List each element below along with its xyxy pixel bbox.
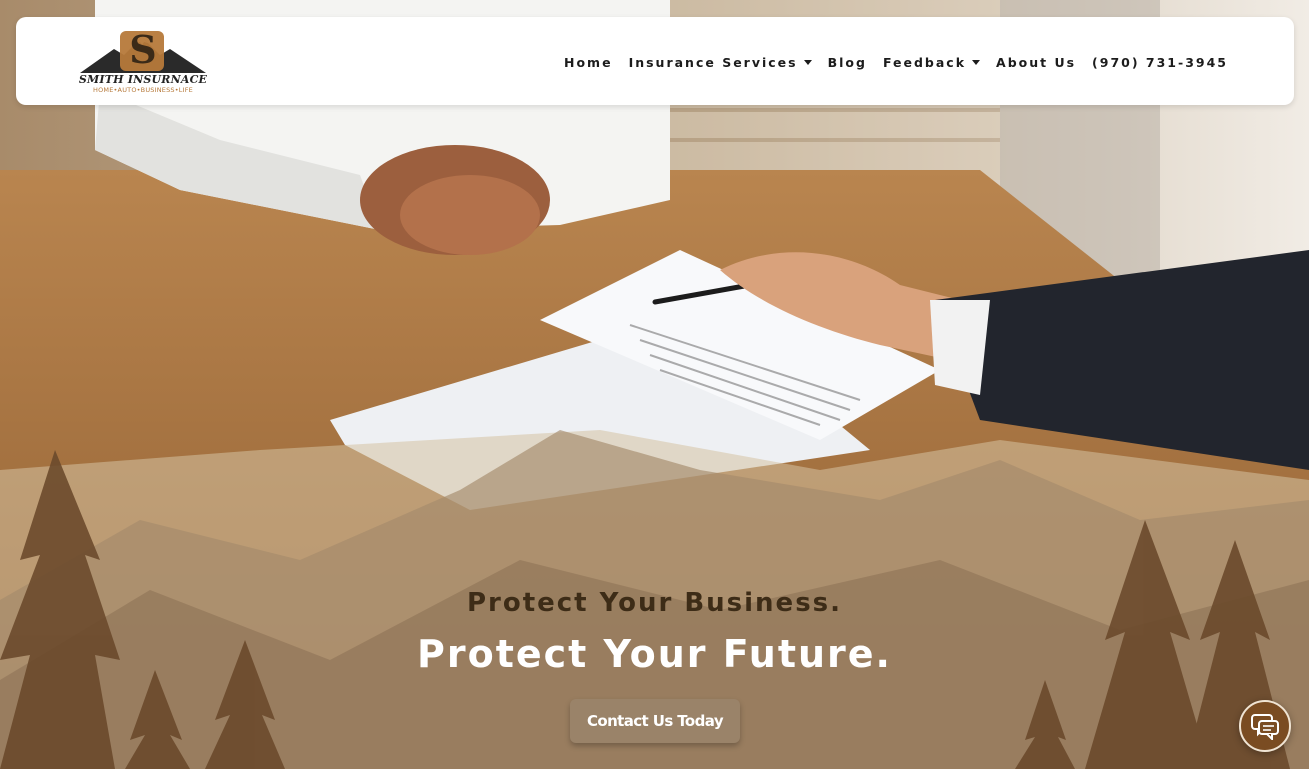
main-navigation: Home Insurance Services Blog Feedback Ab… bbox=[548, 53, 1228, 71]
site-logo[interactable]: S SMITH INSURNACE HOME•AUTO•BUSINESS•LIF… bbox=[72, 27, 214, 97]
hero-subheadline: Protect Your Business. bbox=[466, 588, 843, 618]
nav-item-insurance-services[interactable]: Insurance Services bbox=[629, 55, 812, 70]
chevron-down-icon bbox=[803, 59, 812, 65]
chat-widget-button[interactable] bbox=[1239, 700, 1291, 752]
nav-item-about-us[interactable]: About Us bbox=[996, 55, 1076, 70]
nav-item-feedback[interactable]: Feedback bbox=[882, 54, 981, 70]
nav-item-label: Blog bbox=[827, 54, 867, 70]
nav-item-label: About Us bbox=[996, 54, 1077, 70]
logo-brand-name: SMITH INSURNACE bbox=[78, 73, 208, 86]
nav-item-phone[interactable]: (970) 731-3945 bbox=[1092, 55, 1228, 70]
nav-item-label: Insurance Services bbox=[628, 54, 798, 70]
nav-item-blog[interactable]: Blog bbox=[828, 55, 867, 70]
chevron-down-icon bbox=[972, 59, 981, 65]
chat-bubbles-icon bbox=[1251, 714, 1279, 740]
hero-headline: Protect Your Future. bbox=[417, 632, 892, 676]
nav-item-home[interactable]: Home bbox=[564, 55, 613, 70]
phone-number: (970) 731-3945 bbox=[1092, 54, 1228, 70]
contact-us-button-label: Contact Us Today bbox=[586, 712, 724, 730]
contact-us-button[interactable]: Contact Us Today bbox=[570, 699, 740, 743]
nav-item-label: Feedback bbox=[882, 54, 967, 70]
logo-monogram: S bbox=[129, 27, 157, 72]
logo-tagline: HOME•AUTO•BUSINESS•LIFE bbox=[93, 86, 193, 94]
nav-item-label: Home bbox=[564, 54, 613, 70]
site-header: S SMITH INSURNACE HOME•AUTO•BUSINESS•LIF… bbox=[16, 17, 1294, 105]
